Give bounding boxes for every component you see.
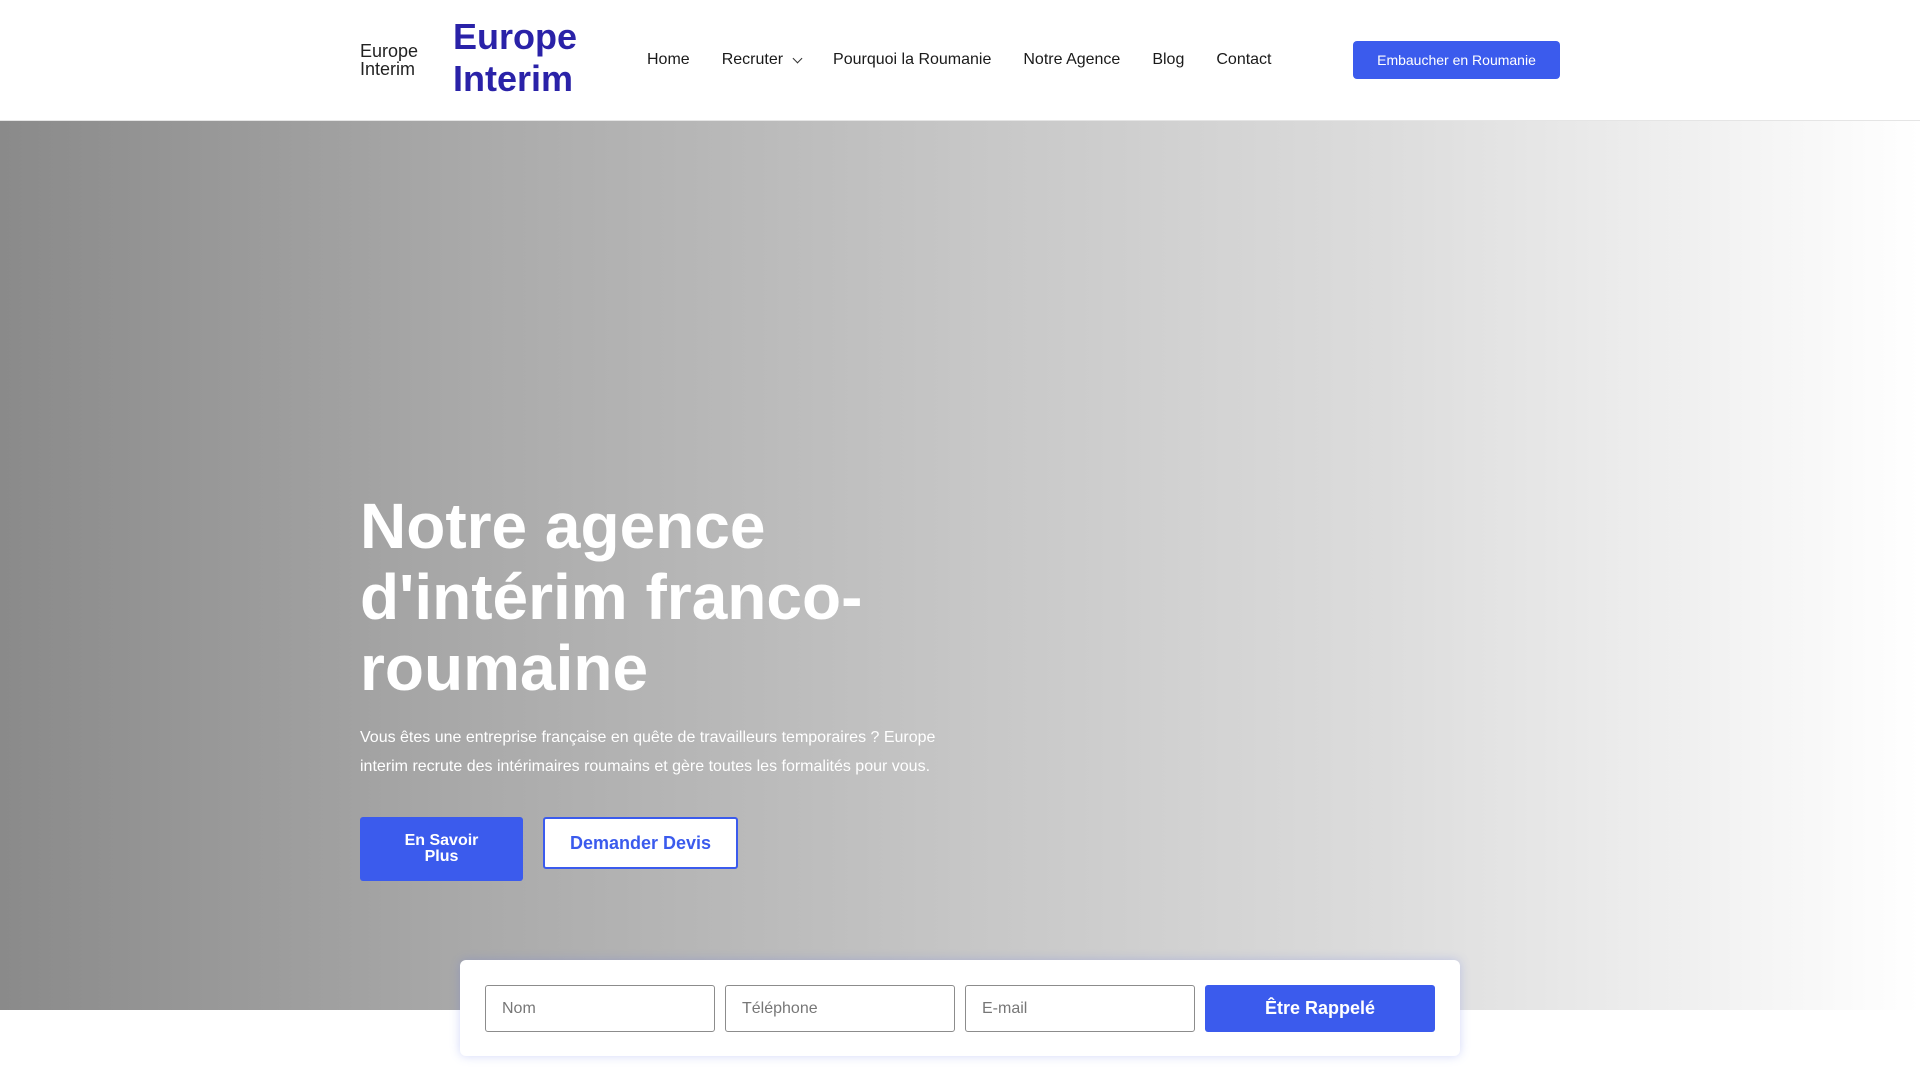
- hero-title: Notre agence d'intérim franco-roumaine: [360, 490, 863, 704]
- nav-item-label: Home: [647, 51, 690, 68]
- brand-name[interactable]: Europe Interim: [453, 16, 603, 100]
- nav-item-pourquoi-la-roumanie[interactable]: Pourquoi la Roumanie: [833, 51, 991, 69]
- nav-item-label: Blog: [1152, 51, 1185, 68]
- nav-item-contact[interactable]: Contact: [1216, 51, 1271, 69]
- email-field[interactable]: [965, 985, 1195, 1032]
- nav-item-recruter[interactable]: Recruter: [721, 51, 803, 69]
- nav-item-label: Recruter: [721, 51, 784, 68]
- phone-field[interactable]: [725, 985, 955, 1032]
- nav-item-notre-agence[interactable]: Notre Agence: [1023, 51, 1120, 69]
- logo-image[interactable]: Europe Interim: [360, 42, 450, 78]
- en-savoir-plus-button[interactable]: En Savoir Plus: [360, 817, 523, 881]
- nav-item-label: Contact: [1216, 51, 1272, 68]
- nav-item-label: Notre Agence: [1023, 51, 1121, 68]
- nav-item-label: Pourquoi la Roumanie: [833, 51, 992, 68]
- callback-form: Être Rappelé: [460, 960, 1460, 1056]
- embaucher-button[interactable]: Embaucher en Roumanie: [1353, 41, 1560, 79]
- hero-description: Vous êtes une entreprise française en qu…: [360, 729, 936, 775]
- name-field[interactable]: [485, 985, 715, 1032]
- site-header: Europe Interim Europe Interim Home Recru…: [0, 0, 1920, 121]
- nav-item-home[interactable]: Home: [647, 51, 690, 69]
- nav-item-blog[interactable]: Blog: [1152, 51, 1184, 69]
- etre-rappele-button[interactable]: Être Rappelé: [1205, 985, 1435, 1032]
- main-nav: Home Recruter Pourquoi la Roumanie Notre…: [647, 48, 1272, 72]
- chevron-down-icon: [792, 53, 803, 63]
- demander-devis-button[interactable]: Demander Devis: [543, 817, 738, 869]
- hero-section: Notre agence d'intérim franco-roumaine V…: [0, 121, 1920, 1010]
